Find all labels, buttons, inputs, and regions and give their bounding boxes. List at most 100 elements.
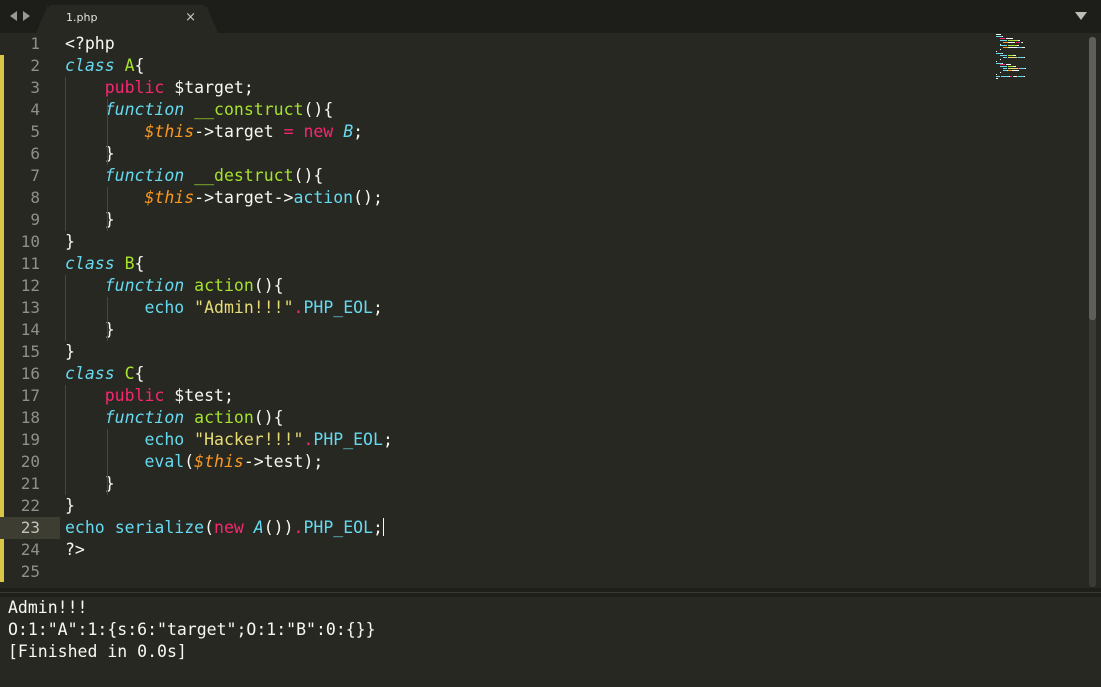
minimap-segment bbox=[1003, 68, 1007, 70]
minimap-segment bbox=[999, 54, 1007, 56]
code-token: B bbox=[124, 254, 135, 273]
line-number: 22 bbox=[20, 496, 40, 515]
code-text: echo "Admin!!!".PHP_EOL; bbox=[65, 297, 383, 319]
minimap-segment bbox=[1005, 64, 1012, 66]
code-line: 15} bbox=[0, 341, 1000, 363]
arrow-right-icon[interactable] bbox=[23, 11, 30, 21]
code-text: <?php bbox=[65, 33, 115, 55]
code-token: class bbox=[65, 364, 115, 383]
code-line: 25 bbox=[0, 561, 1000, 583]
minimap-segment bbox=[1007, 39, 1018, 41]
code-token: "Admin!!!" bbox=[194, 298, 294, 317]
line-number: 8 bbox=[30, 188, 40, 207]
vertical-scrollbar[interactable] bbox=[1089, 37, 1096, 587]
indent-guide bbox=[107, 297, 108, 341]
minimap-segment bbox=[999, 64, 1005, 66]
code-text: function action(){ bbox=[65, 407, 284, 429]
code-token: ; bbox=[353, 122, 364, 141]
code-editor[interactable]: 1 <?php 2 class A{3 public $target; 4 functi… bbox=[0, 33, 1101, 588]
code-text: class C{ bbox=[65, 363, 144, 385]
output-line: Admin!!! bbox=[8, 598, 88, 617]
code-text: echo "Hacker!!!".PHP_EOL; bbox=[65, 429, 392, 451]
build-output-panel: Admin!!! O:1:"A":1:{s:6:"target";O:1:"B":… bbox=[0, 597, 1101, 687]
code-line: 7 function __destruct(){ bbox=[0, 165, 1000, 187]
code-token: A bbox=[253, 518, 264, 537]
code-token: ->target bbox=[194, 122, 284, 141]
minimap-segment bbox=[1007, 41, 1015, 43]
code-token: ?> bbox=[65, 540, 85, 559]
code-token: echo bbox=[65, 518, 105, 537]
line-number: 13 bbox=[20, 298, 40, 317]
line-number: 19 bbox=[20, 430, 40, 449]
code-text: } bbox=[65, 231, 75, 253]
minimap-segment bbox=[1012, 70, 1020, 72]
code-token: . bbox=[303, 430, 314, 449]
line-number: 3 bbox=[30, 78, 40, 97]
code-line: 14 } bbox=[0, 319, 1000, 341]
code-token: function bbox=[104, 408, 185, 427]
code-token: <?php bbox=[65, 34, 115, 53]
code-token: $test; bbox=[164, 386, 234, 405]
close-icon[interactable]: × bbox=[185, 10, 196, 25]
code-token: action bbox=[194, 408, 254, 427]
scrollbar-thumb[interactable] bbox=[1089, 37, 1096, 320]
code-token: __destruct bbox=[194, 166, 294, 185]
minimap-segment bbox=[999, 37, 1005, 39]
code-text: function action(){ bbox=[65, 275, 284, 297]
code-token: function bbox=[104, 166, 185, 185]
minimap-segment bbox=[1007, 56, 1017, 58]
code-token: action bbox=[194, 276, 254, 295]
panel-divider[interactable] bbox=[0, 588, 1101, 597]
code-token: (){ bbox=[293, 166, 324, 185]
line-number: 7 bbox=[30, 166, 40, 185]
minimap-segment bbox=[1000, 75, 1009, 77]
indent-guide bbox=[65, 275, 66, 341]
indent-guide bbox=[107, 429, 108, 495]
minimap-segment bbox=[1022, 47, 1025, 49]
minimap-segment bbox=[1013, 54, 1016, 56]
line-number: 20 bbox=[20, 452, 40, 471]
code-text: eval($this->test); bbox=[65, 451, 323, 473]
tab-1-php[interactable]: 1.php × bbox=[36, 5, 218, 33]
code-token: . bbox=[293, 518, 304, 537]
code-text: function __construct(){ bbox=[65, 99, 334, 121]
code-token: serialize bbox=[114, 518, 205, 537]
code-token: PHP_EOL bbox=[303, 518, 374, 537]
minimap[interactable] bbox=[996, 33, 1032, 83]
minimap-segment bbox=[1022, 41, 1024, 43]
minimap-segment bbox=[1002, 35, 1004, 37]
code-text: $this->target = new B; bbox=[65, 121, 363, 143]
code-token: A bbox=[124, 56, 135, 75]
code-line: 20 eval($this->test); bbox=[0, 451, 1000, 473]
code-text: } bbox=[65, 495, 75, 517]
code-line: 23 echo serialize(new A()).PHP_EOL; bbox=[0, 517, 384, 539]
line-number: 14 bbox=[20, 320, 40, 339]
panel-dropdown-icon[interactable] bbox=[1075, 12, 1087, 20]
code-token: __construct bbox=[194, 100, 304, 119]
indent-guide bbox=[107, 99, 108, 165]
minimap-segment bbox=[1024, 68, 1026, 70]
code-token: $this bbox=[144, 188, 195, 207]
minimap-segment bbox=[1003, 56, 1007, 58]
arrow-left-icon[interactable] bbox=[10, 11, 17, 21]
code-token: ; bbox=[373, 298, 383, 317]
code-line: 13 echo "Admin!!!".PHP_EOL; bbox=[0, 297, 1000, 319]
code-line: 22} bbox=[0, 495, 1000, 517]
minimap-segment bbox=[1023, 56, 1025, 58]
code-token: C bbox=[124, 364, 135, 383]
code-token: (); bbox=[353, 188, 383, 207]
code-line: 2 class A{ bbox=[0, 55, 1000, 77]
code-token: = bbox=[283, 122, 294, 141]
minimap-segment bbox=[1007, 47, 1017, 49]
